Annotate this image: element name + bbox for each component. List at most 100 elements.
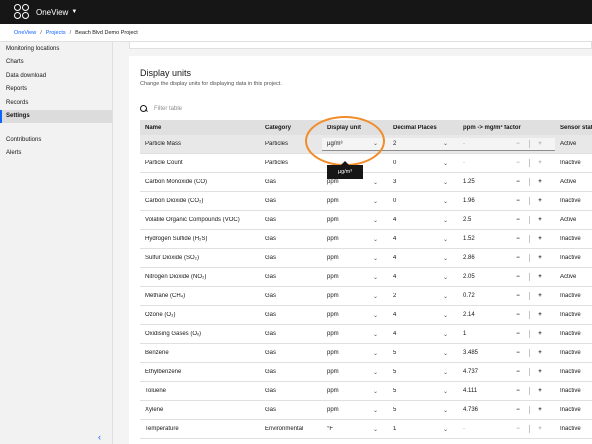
- sidebar-item-charts[interactable]: Charts: [0, 56, 112, 70]
- sidebar-item-data-download[interactable]: Data download: [0, 69, 112, 83]
- plus-icon[interactable]: +: [536, 369, 544, 375]
- factor-stepper[interactable]: 3.485 − +: [458, 349, 555, 357]
- column-header-factor[interactable]: ppm -> mg/m³ factor: [458, 125, 555, 131]
- plus-icon[interactable]: +: [536, 312, 544, 318]
- plus-icon[interactable]: +: [536, 179, 544, 185]
- column-header-name[interactable]: Name: [140, 125, 260, 131]
- plus-icon[interactable]: +: [536, 255, 544, 261]
- factor-stepper[interactable]: 4.736 − +: [458, 406, 555, 414]
- app-name[interactable]: OneView: [36, 8, 68, 17]
- minus-icon[interactable]: −: [513, 369, 523, 375]
- stepper-divider: [529, 387, 530, 395]
- minus-icon[interactable]: −: [513, 141, 523, 147]
- display-unit-select[interactable]: ppm ⌄: [322, 388, 388, 395]
- minus-icon[interactable]: −: [513, 293, 523, 299]
- minus-icon[interactable]: −: [513, 198, 523, 204]
- column-header-sensor-status[interactable]: Sensor status: [555, 125, 592, 131]
- minus-icon[interactable]: −: [513, 350, 523, 356]
- decimal-places-select[interactable]: 4 ⌄: [388, 255, 458, 262]
- factor-stepper[interactable]: - − +: [458, 159, 555, 167]
- decimal-places-select[interactable]: 2 ⌄: [388, 137, 458, 151]
- sidebar-item-reports[interactable]: Reports: [0, 83, 112, 97]
- plus-icon[interactable]: +: [536, 160, 544, 166]
- minus-icon[interactable]: −: [513, 236, 523, 242]
- plus-icon[interactable]: +: [536, 198, 544, 204]
- decimal-places-select[interactable]: 4 ⌄: [388, 312, 458, 319]
- oneview-logo-icon[interactable]: [14, 4, 30, 20]
- display-unit-select[interactable]: ppm ⌄: [322, 179, 388, 186]
- minus-icon[interactable]: −: [513, 274, 523, 280]
- display-unit-select[interactable]: ppm ⌄: [322, 312, 388, 319]
- decimal-places-select[interactable]: 5 ⌄: [388, 369, 458, 376]
- factor-stepper[interactable]: 4.737 − +: [458, 368, 555, 376]
- plus-icon[interactable]: +: [536, 388, 544, 394]
- decimal-places-select[interactable]: 4 ⌄: [388, 274, 458, 281]
- breadcrumb-oneview[interactable]: OneView: [14, 30, 36, 36]
- minus-icon[interactable]: −: [513, 179, 523, 185]
- minus-icon[interactable]: −: [513, 388, 523, 394]
- sidebar-item-contributions[interactable]: Contributions: [0, 133, 112, 147]
- display-unit-select[interactable]: ppm ⌄: [322, 198, 388, 205]
- sidebar-item-settings[interactable]: Settings: [0, 109, 112, 123]
- plus-icon[interactable]: +: [536, 274, 544, 280]
- display-unit-select[interactable]: ppm ⌄: [322, 369, 388, 376]
- decimal-places-select[interactable]: 3 ⌄: [388, 179, 458, 186]
- breadcrumb-projects[interactable]: Projects: [46, 30, 66, 36]
- factor-stepper[interactable]: 1.52 − +: [458, 235, 555, 243]
- display-unit-select[interactable]: ppm ⌄: [322, 331, 388, 338]
- plus-icon[interactable]: +: [536, 350, 544, 356]
- factor-stepper[interactable]: 1.96 − +: [458, 197, 555, 205]
- minus-icon[interactable]: −: [513, 255, 523, 261]
- factor-stepper[interactable]: 0.72 − +: [458, 292, 555, 300]
- collapse-sidebar-icon[interactable]: ‹: [98, 432, 101, 442]
- decimal-places-select[interactable]: 4 ⌄: [388, 331, 458, 338]
- decimal-places-value: 1: [393, 426, 397, 432]
- decimal-places-select[interactable]: 0 ⌄: [388, 160, 458, 167]
- factor-stepper[interactable]: 2.86 − +: [458, 254, 555, 262]
- display-unit-select[interactable]: ppm ⌄: [322, 350, 388, 357]
- filter-table-input[interactable]: Filter table: [140, 102, 580, 115]
- factor-stepper[interactable]: 1.25 − +: [458, 178, 555, 186]
- factor-stepper[interactable]: 4.111 − +: [458, 387, 555, 395]
- display-unit-select[interactable]: °F ⌄: [322, 426, 388, 433]
- display-unit-select[interactable]: ppm ⌄: [322, 217, 388, 224]
- row-category: Gas: [265, 293, 277, 299]
- sidebar-item-records[interactable]: Records: [0, 96, 112, 110]
- app-switcher-chevron-icon[interactable]: ▼: [71, 9, 77, 15]
- plus-icon[interactable]: +: [536, 426, 544, 432]
- minus-icon[interactable]: −: [513, 426, 523, 432]
- decimal-places-select[interactable]: 4 ⌄: [388, 217, 458, 224]
- factor-stepper[interactable]: - − +: [458, 425, 555, 433]
- decimal-places-select[interactable]: 1 ⌄: [388, 426, 458, 433]
- factor-stepper[interactable]: 2.5 − +: [458, 216, 555, 224]
- plus-icon[interactable]: +: [536, 293, 544, 299]
- display-unit-select[interactable]: ppm ⌄: [322, 293, 388, 300]
- minus-icon[interactable]: −: [513, 217, 523, 223]
- plus-icon[interactable]: +: [536, 407, 544, 413]
- decimal-places-select[interactable]: 5 ⌄: [388, 407, 458, 414]
- decimal-places-select[interactable]: 0 ⌄: [388, 198, 458, 205]
- display-unit-select[interactable]: ppm ⌄: [322, 236, 388, 243]
- plus-icon[interactable]: +: [536, 141, 544, 147]
- minus-icon[interactable]: −: [513, 407, 523, 413]
- decimal-places-select[interactable]: 2 ⌄: [388, 293, 458, 300]
- display-unit-select[interactable]: ppm ⌄: [322, 407, 388, 414]
- sidebar-item-monitoring-locations[interactable]: Monitoring locations: [0, 42, 112, 56]
- minus-icon[interactable]: −: [513, 160, 523, 166]
- column-header-decimal-places[interactable]: Decimal Places: [388, 125, 458, 131]
- plus-icon[interactable]: +: [536, 236, 544, 242]
- minus-icon[interactable]: −: [513, 331, 523, 337]
- decimal-places-select[interactable]: 5 ⌄: [388, 388, 458, 395]
- factor-stepper[interactable]: 2.05 − +: [458, 273, 555, 281]
- decimal-places-select[interactable]: 5 ⌄: [388, 350, 458, 357]
- minus-icon[interactable]: −: [513, 312, 523, 318]
- plus-icon[interactable]: +: [536, 331, 544, 337]
- display-unit-select[interactable]: ppm ⌄: [322, 274, 388, 281]
- decimal-places-select[interactable]: 4 ⌄: [388, 236, 458, 243]
- factor-stepper[interactable]: 2.14 − +: [458, 311, 555, 319]
- sidebar-item-alerts[interactable]: Alerts: [0, 147, 112, 161]
- display-unit-select[interactable]: ppm ⌄: [322, 255, 388, 262]
- factor-stepper[interactable]: - − +: [458, 137, 555, 151]
- plus-icon[interactable]: +: [536, 217, 544, 223]
- factor-stepper[interactable]: 1 − +: [458, 330, 555, 338]
